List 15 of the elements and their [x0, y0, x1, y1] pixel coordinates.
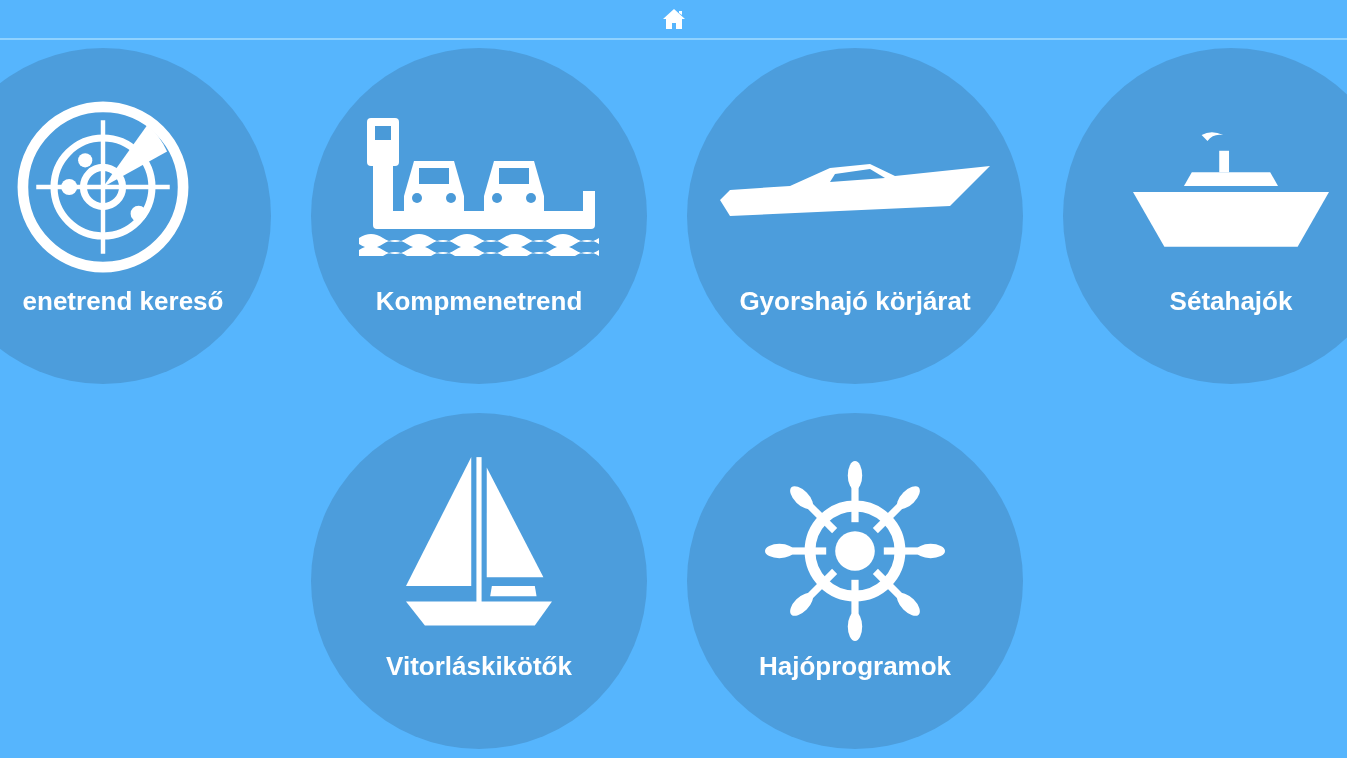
ferry-icon — [359, 116, 599, 256]
menu-label: Kompmenetrend — [375, 286, 583, 317]
menu-tile[interactable]: Sétahajók — [1063, 48, 1347, 384]
menu-label: Hajóprogramok — [758, 651, 952, 682]
menu-tile[interactable]: Vitorláskikötők — [311, 413, 647, 749]
menu-tile[interactable]: Gyorshajó körjárat — [687, 48, 1023, 384]
menu-label: enetrend kereső — [22, 286, 224, 317]
menu-label: Vitorláskikötők — [386, 651, 572, 682]
home-icon[interactable] — [661, 8, 686, 30]
menu-tile[interactable]: Kompmenetrend — [311, 48, 647, 384]
ship-wheel-icon — [765, 461, 945, 641]
menu-tile[interactable]: Hajóprogramok — [687, 413, 1023, 749]
menu-tile[interactable]: enetrend kereső — [0, 48, 271, 384]
menu-label: Sétahajók — [1169, 286, 1293, 317]
menu-label: Gyorshajó körjárat — [739, 286, 971, 317]
